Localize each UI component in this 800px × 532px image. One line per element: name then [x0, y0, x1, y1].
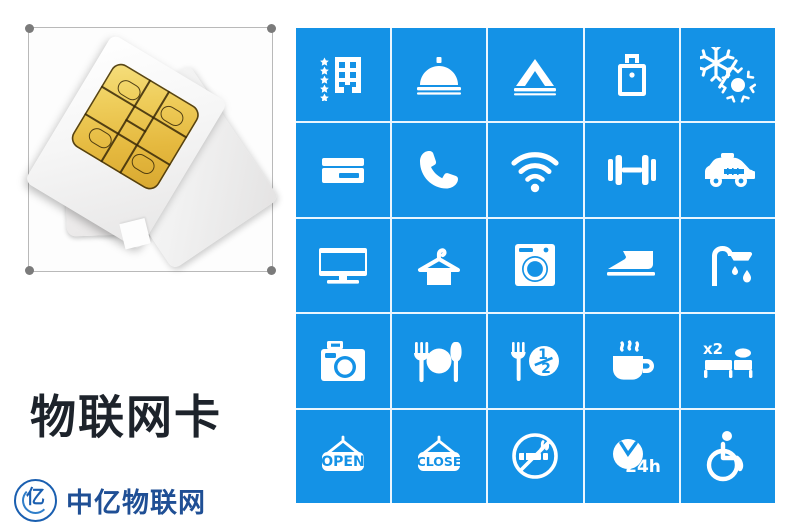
brand-logo-icon: 亿: [14, 479, 57, 522]
tile-credit-card[interactable]: [296, 123, 391, 217]
air-conditioning-icon: [699, 46, 756, 103]
restaurant-icon: [414, 341, 462, 382]
tile-luggage[interactable]: [584, 28, 679, 122]
svg-text:2: 2: [542, 361, 552, 377]
telephone-icon: [420, 151, 459, 189]
dumbbell-icon: [607, 155, 656, 186]
tile-air-conditioning[interactable]: [680, 28, 775, 122]
twin-beds-icon: x2: [703, 340, 753, 378]
tile-open-sign[interactable]: OPEN: [296, 409, 391, 503]
open-sign-text: OPEN: [321, 454, 364, 470]
tile-telephone[interactable]: [392, 123, 487, 217]
watermark: 亿 中亿物联网: [14, 479, 206, 522]
brand-name: 中亿物联网: [66, 488, 206, 519]
tent-icon: [514, 58, 557, 96]
page-title: 物联网卡: [30, 390, 222, 444]
open-24h-icon: 24h: [612, 439, 661, 477]
close-sign-text: CLOSE: [417, 454, 462, 469]
tile-dumbbell[interactable]: [584, 123, 679, 217]
tile-room-service[interactable]: [392, 28, 487, 122]
room-service-bell-icon: [417, 56, 462, 95]
tile-no-smoking[interactable]: [488, 409, 583, 503]
tile-open-24h[interactable]: 24h: [584, 409, 679, 503]
taxi-icon: [704, 153, 755, 188]
shower-icon: [711, 246, 752, 287]
tile-iron[interactable]: [584, 218, 679, 313]
television-icon: [319, 248, 368, 285]
tile-close-sign[interactable]: CLOSE: [392, 409, 487, 503]
tile-shower[interactable]: [680, 218, 775, 313]
washing-machine-icon: [515, 244, 556, 287]
open-sign-icon: OPEN: [321, 435, 365, 472]
resize-handle-bottom-right[interactable]: [267, 266, 276, 275]
clothes-hanger-icon: [418, 248, 461, 286]
tile-tent[interactable]: [488, 28, 583, 122]
luggage-icon: [617, 53, 646, 96]
iron-icon: [606, 251, 655, 277]
tile-wifi[interactable]: [488, 123, 583, 217]
brand-logo-glyph: 亿: [25, 486, 45, 508]
product-image-panel: 物联网卡 亿 中亿物联网: [0, 0, 290, 532]
tile-camera[interactable]: [296, 314, 391, 408]
tile-taxi[interactable]: [680, 123, 775, 217]
resize-handle-top-left[interactable]: [25, 24, 34, 33]
page-root: 物联网卡 亿 中亿物联网 1 2 x2 OPEN CLOSE 24h: [0, 0, 800, 532]
no-smoking-icon: [512, 433, 559, 480]
tile-wheelchair-accessible[interactable]: [680, 409, 775, 503]
tile-washing-machine[interactable]: [488, 218, 583, 313]
wifi-icon: [511, 152, 560, 193]
twin-beds-badge: x2: [703, 340, 723, 358]
coffee-cup-icon: [612, 340, 654, 380]
tile-restaurant[interactable]: [392, 314, 487, 408]
resize-handle-top-right[interactable]: [267, 24, 276, 33]
wheelchair-accessible-icon: [706, 431, 744, 482]
sim-card-photo: [24, 28, 280, 271]
sim-corner-notch: [119, 217, 151, 250]
tile-clothes-hanger[interactable]: [392, 218, 487, 313]
hotel-stars-icon: [320, 56, 362, 101]
tile-television[interactable]: [296, 218, 391, 313]
sim-chip-front: [67, 59, 203, 194]
close-sign-icon: CLOSE: [417, 435, 462, 472]
tile-twin-beds[interactable]: x2: [680, 314, 775, 408]
amenity-icon-grid: 1/2 1 2: [296, 28, 775, 503]
camera-icon: [321, 340, 366, 381]
half-board-icon: 1/2 1 2: [511, 341, 560, 381]
tile-hotel-stars[interactable]: [296, 28, 391, 122]
tile-half-board[interactable]: 1/2 1 2: [488, 314, 583, 408]
open-24h-badge: 24h: [625, 457, 661, 477]
resize-handle-bottom-left[interactable]: [25, 266, 34, 275]
tile-coffee-cup[interactable]: [584, 314, 679, 408]
image-selection-frame[interactable]: [24, 24, 280, 275]
credit-card-icon: [322, 158, 365, 184]
